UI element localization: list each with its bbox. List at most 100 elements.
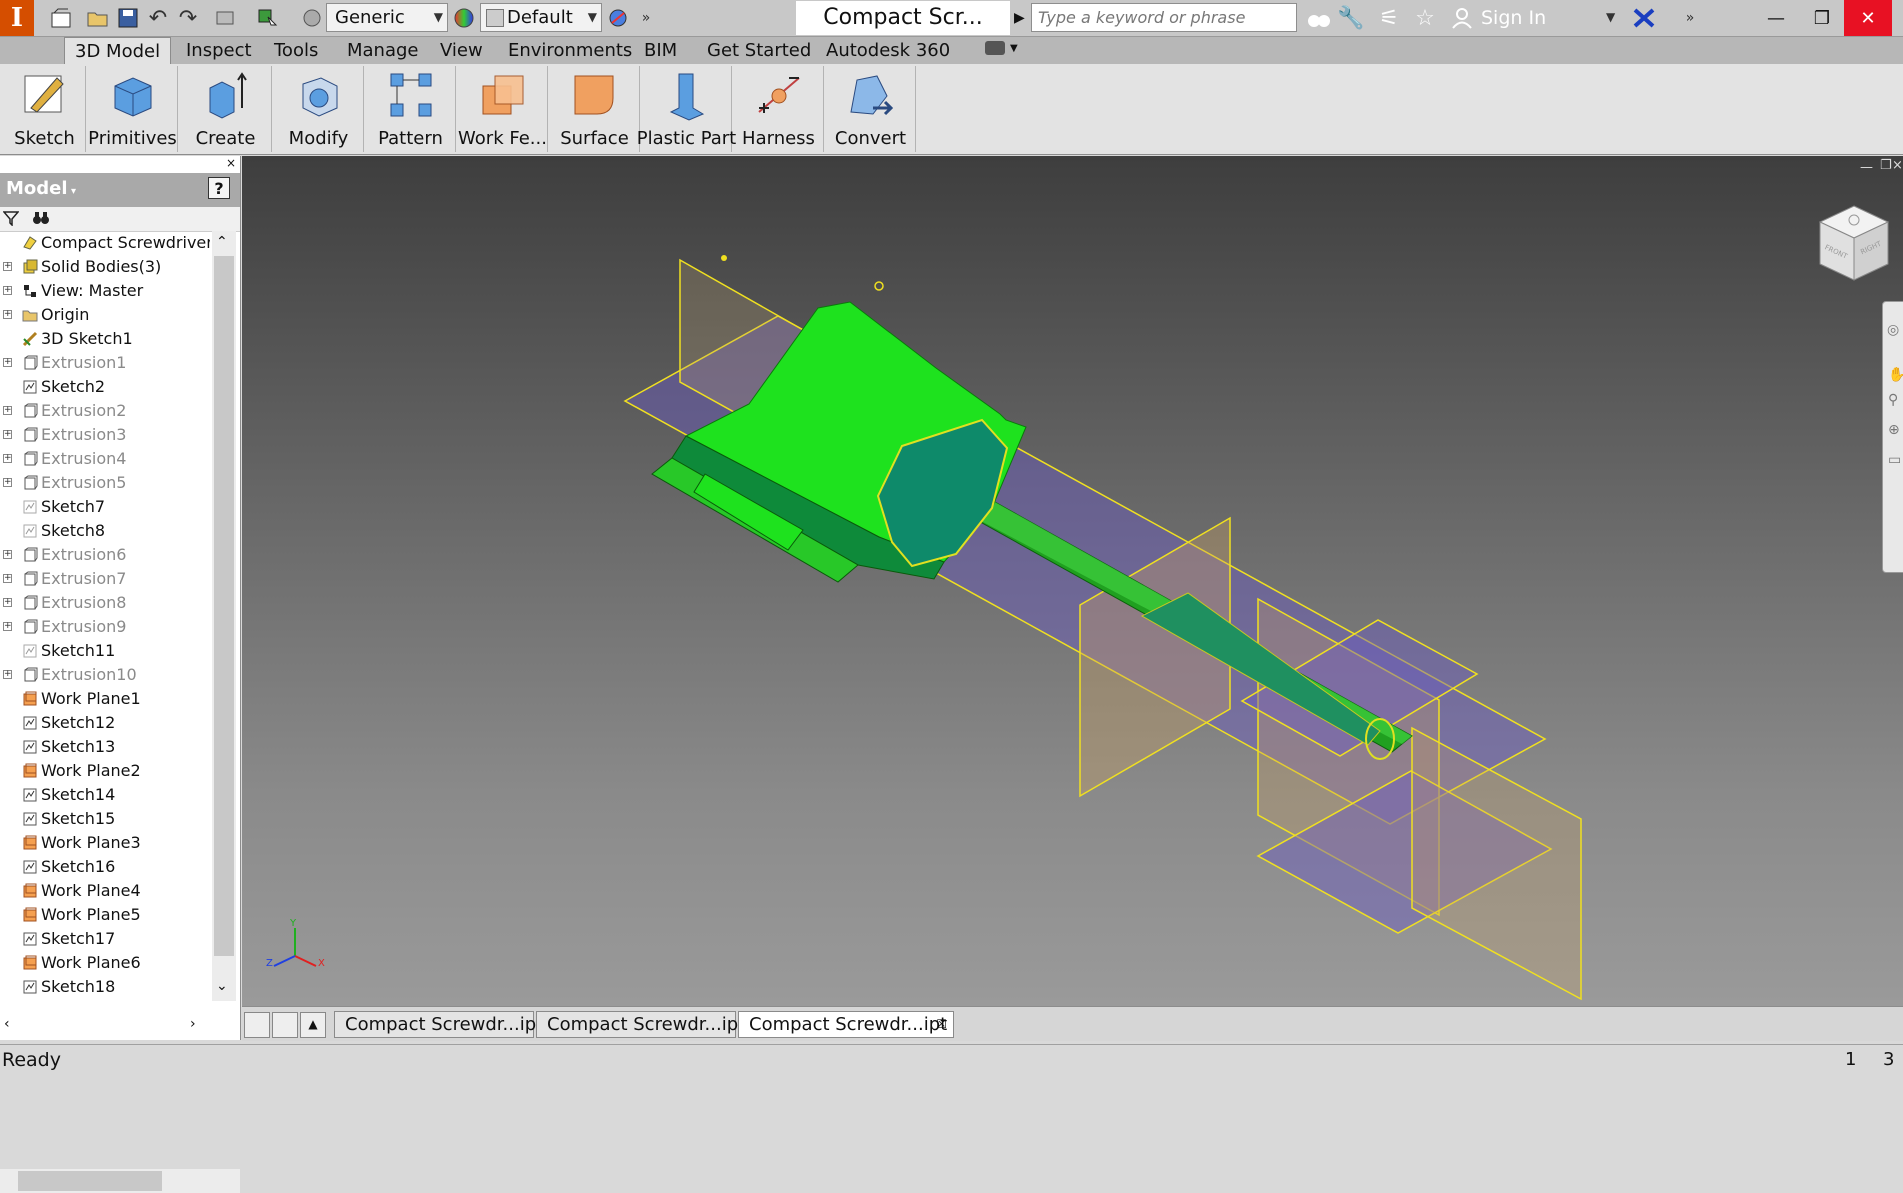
look-at-icon[interactable]: ▭ bbox=[1888, 452, 1901, 468]
tree-node[interactable]: Sketch2 bbox=[0, 375, 210, 399]
return-icon[interactable] bbox=[212, 4, 240, 32]
tab-3d-model[interactable]: 3D Model bbox=[64, 37, 172, 64]
star-icon[interactable]: ☆ bbox=[1411, 4, 1439, 32]
expand-icon[interactable]: + bbox=[3, 622, 12, 631]
redo-icon[interactable]: ↷ bbox=[174, 4, 202, 32]
close-icon[interactable]: × bbox=[226, 156, 236, 170]
wrench-icon[interactable]: 🔧 bbox=[1337, 4, 1365, 32]
expand-icon[interactable]: + bbox=[3, 598, 12, 607]
tab-autodesk-360[interactable]: Autodesk 360 bbox=[816, 37, 960, 64]
clear-appearance-icon[interactable] bbox=[604, 4, 632, 32]
sketch-point[interactable] bbox=[721, 255, 727, 261]
tree-node[interactable]: Sketch17 bbox=[0, 927, 210, 951]
pan-icon[interactable]: ✋ bbox=[1888, 367, 1903, 383]
expand-icon[interactable]: + bbox=[3, 262, 12, 271]
tab-environments[interactable]: Environments bbox=[498, 37, 642, 64]
sign-in-link[interactable]: Sign In bbox=[1481, 4, 1546, 32]
sketch-point[interactable] bbox=[874, 281, 884, 291]
tile-windows-icon[interactable] bbox=[272, 1012, 298, 1038]
tree-node[interactable]: Work Plane1 bbox=[0, 687, 210, 711]
expand-icon[interactable]: + bbox=[3, 286, 12, 295]
search-input[interactable]: Type a keyword or phrase bbox=[1031, 3, 1297, 32]
minimize-button[interactable]: — bbox=[1752, 0, 1800, 36]
overflow-icon[interactable]: » bbox=[632, 4, 660, 32]
tab-tools[interactable]: Tools bbox=[264, 37, 328, 64]
browser-title-dropdown[interactable]: Model ▾ bbox=[6, 178, 76, 199]
tree-node[interactable]: Work Plane5 bbox=[0, 903, 210, 927]
ribbon-toggle-icon[interactable] bbox=[985, 41, 1005, 55]
tree-node[interactable]: Work Plane6 bbox=[0, 951, 210, 975]
overflow-icon[interactable]: » bbox=[1676, 4, 1704, 32]
tree-node[interactable]: Work Plane3 bbox=[0, 831, 210, 855]
sketch-button[interactable]: Sketch bbox=[4, 66, 86, 152]
update-icon[interactable] bbox=[298, 4, 326, 32]
tree-node[interactable]: Sketch7 bbox=[0, 495, 210, 519]
scrollbar-thumb[interactable] bbox=[18, 1171, 162, 1191]
scrollbar-thumb[interactable] bbox=[214, 256, 234, 956]
tree-node[interactable]: + Extrusion8 bbox=[0, 591, 210, 615]
modify-button[interactable]: Modify bbox=[274, 66, 364, 152]
tree-node[interactable]: Sketch13 bbox=[0, 735, 210, 759]
tree-node[interactable]: + Extrusion1 bbox=[0, 351, 210, 375]
new-file-icon[interactable] bbox=[48, 4, 76, 32]
play-icon[interactable]: ▶ bbox=[1014, 10, 1025, 26]
expand-icon[interactable]: + bbox=[3, 358, 12, 367]
tab-view[interactable]: View bbox=[430, 37, 493, 64]
expand-icon[interactable]: + bbox=[3, 310, 12, 319]
document-tab-3[interactable]: Compact Screwdr...ipt ☒ bbox=[738, 1011, 954, 1038]
document-tab-2[interactable]: Compact Screwdr...ipt bbox=[536, 1011, 745, 1038]
surface-button[interactable]: Surface bbox=[550, 66, 640, 152]
expand-icon[interactable]: + bbox=[3, 670, 12, 679]
chevron-down-icon[interactable]: ▼ bbox=[1606, 10, 1615, 24]
tree-node[interactable]: Sketch11 bbox=[0, 639, 210, 663]
tree-node[interactable]: Work Plane4 bbox=[0, 879, 210, 903]
scroll-up-icon[interactable]: ⌃ bbox=[216, 234, 228, 250]
work-plane-vertical-4[interactable] bbox=[1411, 726, 1582, 1001]
tree-node[interactable]: + Extrusion3 bbox=[0, 423, 210, 447]
tab-inspect[interactable]: Inspect bbox=[176, 37, 262, 64]
cascade-windows-icon[interactable] bbox=[244, 1012, 270, 1038]
arrange-up-icon[interactable]: ▲ bbox=[300, 1012, 326, 1038]
steering-wheel-icon[interactable]: ◎ bbox=[1887, 322, 1899, 338]
tree-node[interactable]: + Extrusion10 bbox=[0, 663, 210, 687]
harness-button[interactable]: Harness bbox=[734, 66, 824, 152]
tab-manage[interactable]: Manage bbox=[337, 37, 429, 64]
graphics-viewport[interactable]: — ❐ × FRONT RIGHT ◎ ✋ ⚲ ⊕ ▭ Y X Z bbox=[242, 156, 1903, 1006]
chevron-down-icon[interactable]: ▼ bbox=[1010, 43, 1018, 54]
user-icon[interactable] bbox=[1448, 4, 1476, 32]
primitives-button[interactable]: Primitives bbox=[88, 66, 178, 152]
expand-icon[interactable]: + bbox=[3, 454, 12, 463]
open-folder-icon[interactable] bbox=[84, 4, 112, 32]
tree-node[interactable]: + Extrusion7 bbox=[0, 567, 210, 591]
exchange-x-icon[interactable] bbox=[1630, 4, 1658, 32]
tree-node[interactable]: 3D Sketch1 bbox=[0, 327, 210, 351]
tree-node[interactable]: + Extrusion6 bbox=[0, 543, 210, 567]
tree-node[interactable]: + Origin bbox=[0, 303, 210, 327]
orbit-icon[interactable]: ⊕ bbox=[1888, 422, 1900, 438]
tree-node[interactable]: + Extrusion5 bbox=[0, 471, 210, 495]
tree-node[interactable]: + Extrusion2 bbox=[0, 399, 210, 423]
work-features-button[interactable]: Work Fe... bbox=[458, 66, 548, 152]
binoculars-icon[interactable] bbox=[1305, 4, 1333, 32]
convert-button[interactable]: Convert bbox=[826, 66, 916, 152]
tree-node[interactable]: Compact Screwdriver Part3 bbox=[0, 231, 210, 255]
satellite-icon[interactable]: ⚟ bbox=[1375, 4, 1403, 32]
expand-icon[interactable]: + bbox=[3, 430, 12, 439]
tree-node[interactable]: Sketch14 bbox=[0, 783, 210, 807]
expand-icon[interactable]: + bbox=[3, 550, 12, 559]
tree-node[interactable]: Sketch16 bbox=[0, 855, 210, 879]
tab-get-started[interactable]: Get Started bbox=[697, 37, 821, 64]
close-button[interactable]: ✕ bbox=[1844, 0, 1892, 36]
color-wheel-icon[interactable] bbox=[450, 4, 478, 32]
tree-node[interactable]: Sketch18 bbox=[0, 975, 210, 999]
zoom-icon[interactable]: ⚲ bbox=[1888, 392, 1898, 408]
document-tab-1[interactable]: Compact Screwdr...ipt bbox=[334, 1011, 543, 1038]
tree-node[interactable]: + View: Master bbox=[0, 279, 210, 303]
select-icon[interactable] bbox=[254, 4, 282, 32]
view-cube[interactable]: FRONT RIGHT bbox=[1814, 204, 1894, 284]
tree-node[interactable]: + Extrusion4 bbox=[0, 447, 210, 471]
filter-icon[interactable] bbox=[3, 210, 19, 226]
create-button[interactable]: Create bbox=[180, 66, 272, 152]
save-icon[interactable] bbox=[114, 4, 142, 32]
expand-icon[interactable]: + bbox=[3, 574, 12, 583]
